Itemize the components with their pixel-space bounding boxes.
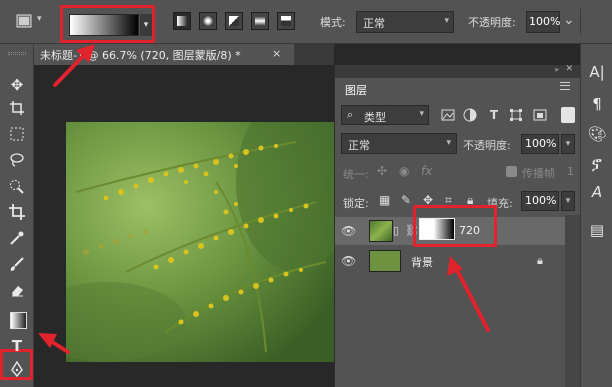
unify-visibility-icon[interactable]: ◉ <box>399 164 409 178</box>
linear-gradient-button[interactable] <box>173 12 191 30</box>
eraser-icon[interactable] <box>4 282 30 304</box>
unify-label: 统一: <box>343 168 369 181</box>
opacity-field[interactable]: 100% <box>526 11 560 33</box>
filter-smart-object-icon[interactable] <box>533 108 547 122</box>
document-image[interactable] <box>66 122 334 362</box>
collapse-icon[interactable]: » <box>554 65 559 74</box>
close-icon[interactable]: ✕ <box>565 64 573 74</box>
chevron-down-icon[interactable]: ▾ <box>561 191 575 211</box>
filter-type-icon[interactable]: T <box>487 108 501 122</box>
blend-mode-value: 正常 <box>348 139 370 152</box>
opacity-slider-toggle[interactable]: ⌄ <box>563 12 575 28</box>
eye-icon[interactable]: 👁︎ <box>341 254 356 268</box>
angle-gradient-button[interactable] <box>225 12 243 30</box>
right-dock: A| ¶ 🎨︎ ⶈ A ▤ <box>580 44 612 387</box>
type-icon[interactable]: T <box>4 335 30 357</box>
layers-panel: » ✕ 图层 ⌕ 类型 ▾ T 正常 ▾ 不透明度: 100% ▾ 统一: ✣ … <box>334 64 581 387</box>
type-a-icon[interactable]: A <box>587 182 607 202</box>
artboard-icon[interactable] <box>4 100 30 122</box>
crop-icon[interactable] <box>4 204 30 226</box>
fill-field[interactable]: 100% <box>521 191 559 211</box>
close-icon[interactable]: × <box>272 47 281 60</box>
document-tab-bar: 未标题-1 @ 66.7% (720, 图层蒙版/8) * × <box>34 44 334 65</box>
opacity-label: 不透明度: <box>468 16 516 29</box>
toolbar-grip[interactable] <box>8 52 26 55</box>
chevron-down-icon[interactable]: ▾ <box>561 134 575 154</box>
panel-scrollbar[interactable] <box>565 215 581 387</box>
eyedropper-icon[interactable] <box>4 230 30 252</box>
move-icon[interactable]: ✥ <box>4 74 30 96</box>
quick-select-icon[interactable] <box>4 178 30 200</box>
paragraph-icon[interactable]: ¶ <box>587 94 607 114</box>
lock-transparent-icon[interactable]: ▦ <box>379 193 390 207</box>
reflected-gradient-button[interactable] <box>251 12 269 30</box>
filter-toggle-switch[interactable] <box>561 107 575 123</box>
layer-filter-value: 类型 <box>364 111 386 124</box>
layer-opacity-label: 不透明度: <box>463 139 511 152</box>
diamond-gradient-button[interactable] <box>277 12 295 30</box>
tab-layers[interactable]: 图层 <box>339 78 377 98</box>
radial-gradient-button[interactable] <box>199 12 217 30</box>
search-icon: ⌕ <box>347 108 354 121</box>
filter-adjustment-icon[interactable] <box>463 108 477 122</box>
tool-preset-icon[interactable] <box>16 12 34 30</box>
lock-label: 锁定: <box>343 197 369 210</box>
propagate-frame-value: 1 <box>567 165 574 178</box>
layer-row[interactable]: 👁︎ 背景 🔒︎ <box>335 247 565 275</box>
toolbar: ✥ T <box>0 44 34 387</box>
glyphs-icon[interactable]: ⶈ <box>587 154 607 174</box>
brush-icon[interactable] <box>4 256 30 278</box>
unify-style-icon[interactable]: fx <box>421 164 432 178</box>
smart-object-icon: ▯ <box>393 224 400 237</box>
layer-mask-thumbnail[interactable] <box>419 218 455 240</box>
panel-title-bar: » ✕ <box>335 64 581 78</box>
mode-select[interactable]: 正常 ▾ <box>356 11 454 33</box>
chevron-down-icon: ▾ <box>444 16 449 26</box>
layer-name[interactable]: 背景 <box>411 254 433 270</box>
gradient-icon[interactable] <box>4 308 30 330</box>
propagate-frame-checkbox[interactable] <box>506 166 517 177</box>
character-icon[interactable]: A| <box>587 62 607 82</box>
pen-icon[interactable] <box>4 360 30 383</box>
document-tab-title: 未标题-1 @ 66.7% (720, 图层蒙版/8) * <box>40 49 241 62</box>
propagate-frame-label: 传播帧 <box>522 167 555 180</box>
gradient-tool-swatch <box>10 312 27 329</box>
chevron-down-icon[interactable]: ▾ <box>37 14 47 24</box>
mode-label: 模式: <box>320 16 346 29</box>
chevron-down-icon: ▾ <box>419 109 424 119</box>
lock-icon: 🔒︎ <box>537 254 543 267</box>
gradient-swatch[interactable] <box>69 14 139 36</box>
layer-thumbnail[interactable] <box>369 220 393 242</box>
lock-image-icon[interactable]: ✎ <box>401 193 411 207</box>
lasso-icon[interactable] <box>4 152 30 174</box>
unify-position-icon[interactable]: ✣ <box>377 164 387 178</box>
layer-thumbnail[interactable] <box>369 250 401 272</box>
blend-mode-select[interactable]: 正常 ▾ <box>341 133 457 154</box>
layers-comp-icon[interactable]: ▤ <box>587 220 607 240</box>
filter-pixel-icon[interactable] <box>441 108 455 122</box>
filter-shape-icon[interactable] <box>509 108 523 122</box>
panel-menu-icon[interactable] <box>560 82 570 90</box>
eye-icon[interactable]: 👁︎ <box>341 224 356 238</box>
layer-opacity-field[interactable]: 100% <box>521 134 559 154</box>
options-bar: ▾ ▾ 模式: 正常 ▾ 不透明度: 100% ⌄ <box>0 0 612 44</box>
document-tab[interactable]: 未标题-1 @ 66.7% (720, 图层蒙版/8) * <box>34 44 294 65</box>
marquee-icon[interactable] <box>4 126 30 148</box>
chevron-down-icon[interactable]: ▾ <box>140 14 152 36</box>
gradient-picker[interactable]: ▾ <box>60 5 155 43</box>
mode-value: 正常 <box>363 17 385 30</box>
goldenrod-photo <box>66 122 334 362</box>
layer-filter-select[interactable]: ⌕ 类型 ▾ <box>341 105 429 125</box>
swatches-icon[interactable]: 🎨︎ <box>587 124 607 144</box>
options-bar-right <box>580 9 612 35</box>
chevron-down-icon: ▾ <box>446 138 451 148</box>
